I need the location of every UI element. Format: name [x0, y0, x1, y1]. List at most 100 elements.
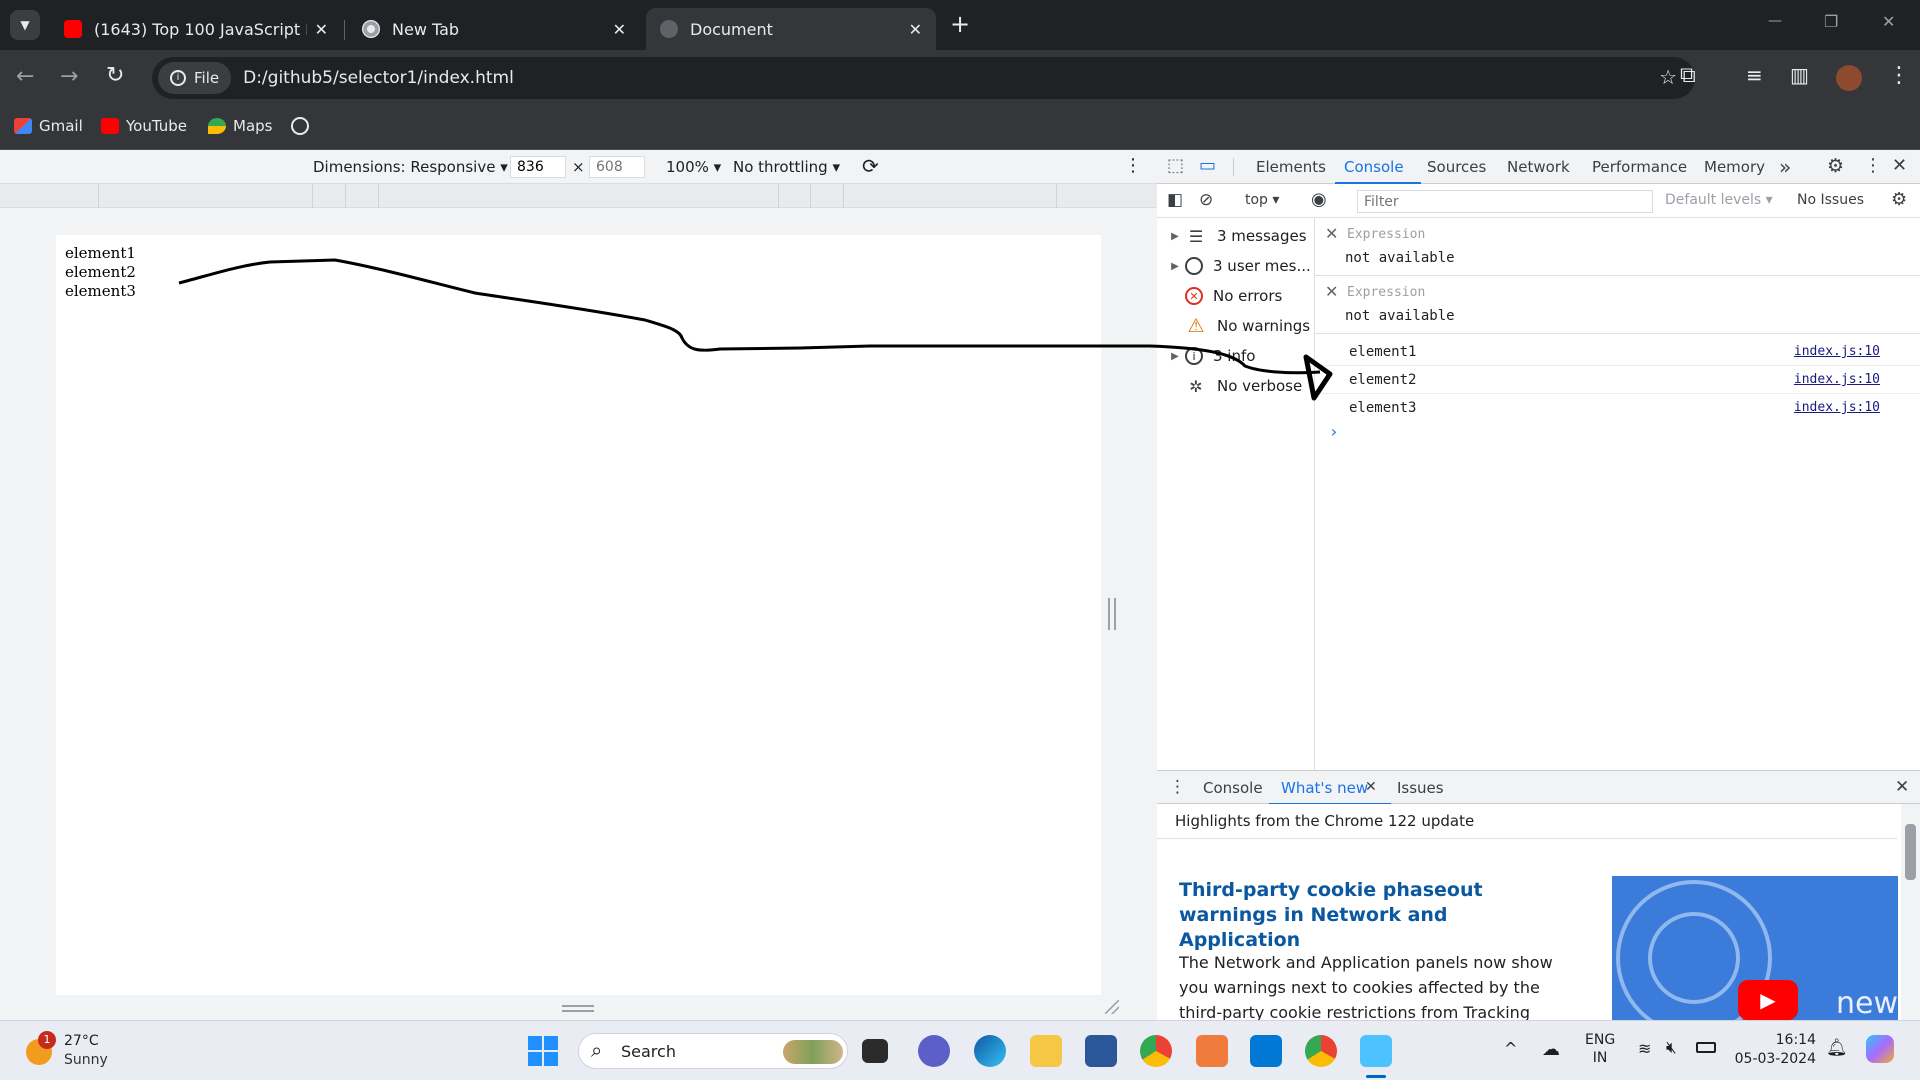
scrollbar[interactable] — [1901, 804, 1920, 1020]
edge-icon[interactable] — [974, 1035, 1006, 1067]
drawer-menu-icon[interactable]: ⋮ — [1169, 777, 1186, 797]
menu-icon[interactable]: ⋮ — [1888, 63, 1910, 88]
teams-chat-icon[interactable] — [918, 1035, 950, 1067]
device-toggle-icon[interactable]: ▭ — [1199, 155, 1216, 176]
devtools-tab-memory[interactable]: Memory — [1704, 158, 1765, 176]
throttling-dropdown[interactable]: No throttling ▾ — [733, 158, 840, 176]
height-input[interactable] — [589, 156, 645, 178]
scrollbar-thumb[interactable] — [1905, 824, 1916, 880]
close-tab-icon[interactable]: ✕ — [1365, 779, 1377, 795]
task-view-icon[interactable] — [862, 1039, 888, 1063]
close-window-button[interactable]: ✕ — [1882, 12, 1895, 31]
zoom-dropdown[interactable]: 100% ▾ — [666, 158, 721, 176]
tab-new-tab[interactable]: New Tab ✕ — [348, 8, 640, 50]
chrome-profile-icon[interactable] — [1140, 1035, 1172, 1067]
back-icon[interactable]: ← — [16, 64, 34, 89]
tab-close-icon[interactable]: ✕ — [315, 20, 328, 39]
snipping-tool-icon[interactable] — [1360, 1035, 1392, 1067]
inspect-element-icon[interactable]: ⬚ — [1167, 155, 1184, 176]
source-link[interactable]: index.js:10 — [1794, 400, 1880, 415]
sidebar-item-info[interactable]: ▶ i 3 info — [1157, 341, 1315, 371]
source-link[interactable]: index.js:10 — [1794, 344, 1880, 359]
notifications-icon[interactable]: 🔔︎ — [1826, 1038, 1848, 1058]
devtools-tab-sources[interactable]: Sources — [1427, 158, 1486, 176]
tab-youtube[interactable]: (1643) Top 100 JavaScript Interv ✕ — [50, 8, 342, 50]
url-text[interactable]: D:/github5/selector1/index.html — [243, 68, 514, 88]
live-expression[interactable]: ✕ Expression not available — [1315, 218, 1920, 276]
copilot-icon[interactable] — [1866, 1035, 1894, 1063]
resize-handle-bottom[interactable] — [562, 1005, 594, 1012]
resize-handle-right[interactable] — [1108, 598, 1116, 630]
star-icon[interactable]: ☆ — [1659, 65, 1677, 89]
bookmark-youtube[interactable]: YouTube — [101, 117, 187, 135]
article-thumbnail[interactable]: ▶ new — [1612, 876, 1898, 1020]
vscode-icon[interactable] — [1250, 1035, 1282, 1067]
live-expression-eye-icon[interactable]: ◉ — [1311, 189, 1327, 210]
windows-start-icon[interactable] — [528, 1036, 558, 1066]
bookmark-maps[interactable]: Maps — [208, 117, 272, 135]
new-tab-button[interactable]: + — [950, 10, 970, 38]
remove-expression-icon[interactable]: ✕ — [1325, 282, 1338, 301]
sidebar-item-messages[interactable]: ▶ ☰ 3 messages — [1157, 221, 1315, 251]
devtools-tab-elements[interactable]: Elements — [1256, 158, 1326, 176]
console-filter-input[interactable] — [1357, 190, 1653, 213]
globe-icon[interactable] — [291, 117, 309, 135]
close-devtools-icon[interactable]: ✕ — [1892, 155, 1907, 176]
wifi-icon[interactable]: ≋ — [1638, 1039, 1651, 1058]
article-title[interactable]: Third-party cookie phaseout warnings in … — [1179, 878, 1559, 953]
site-info-chip[interactable]: i File — [158, 62, 232, 94]
console-prompt[interactable]: › — [1329, 422, 1339, 441]
volume-muted-icon[interactable]: 🔇︎ — [1666, 1038, 1677, 1058]
expand-arrow-icon[interactable]: ▶ — [1165, 261, 1185, 272]
clock[interactable]: 16:14 05-03-2024 — [1728, 1031, 1816, 1069]
tab-close-icon[interactable]: ✕ — [613, 20, 626, 39]
extensions-icon[interactable]: ⧉ — [1680, 63, 1696, 88]
drawer-tab-issues[interactable]: Issues — [1397, 779, 1444, 797]
devtools-tab-console[interactable]: Console — [1344, 158, 1404, 176]
tab-search-button[interactable]: ▼ — [10, 10, 40, 40]
chrome-icon[interactable] — [1305, 1035, 1337, 1067]
close-drawer-icon[interactable]: ✕ — [1895, 777, 1909, 797]
drawer-tab-console[interactable]: Console — [1203, 779, 1263, 797]
restore-button[interactable]: ❐ — [1824, 12, 1838, 31]
live-expression[interactable]: ✕ Expression not available — [1315, 276, 1920, 334]
devtools-tab-performance[interactable]: Performance — [1592, 158, 1687, 176]
tab-document[interactable]: Document ✕ — [646, 8, 936, 50]
width-input[interactable] — [510, 156, 566, 178]
bookmark-gmail[interactable]: Gmail — [14, 117, 83, 135]
media-control-icon[interactable]: ≡ — [1746, 63, 1763, 87]
context-selector[interactable]: top ▾ — [1245, 192, 1279, 208]
console-settings-icon[interactable]: ⚙ — [1891, 189, 1907, 210]
sidebar-item-errors[interactable]: ✕ No errors — [1157, 281, 1315, 311]
address-bar[interactable]: i File D:/github5/selector1/index.html ☆ — [152, 57, 1695, 99]
sidebar-item-warnings[interactable]: ⚠ No warnings — [1157, 311, 1315, 341]
weather-widget[interactable]: 1 27°C Sunny — [26, 1031, 136, 1071]
battery-icon[interactable] — [1696, 1042, 1716, 1053]
log-levels-dropdown[interactable]: Default levels ▾ — [1665, 192, 1773, 208]
reload-icon[interactable]: ↻ — [106, 63, 124, 88]
taskbar-search[interactable]: ⌕ Search — [578, 1033, 848, 1069]
source-link[interactable]: index.js:10 — [1794, 372, 1880, 387]
dimensions-dropdown[interactable]: Dimensions: Responsive ▾ — [313, 158, 508, 176]
expand-arrow-icon[interactable]: ▶ — [1165, 231, 1185, 242]
language-indicator[interactable]: ENG IN — [1585, 1031, 1615, 1067]
file-explorer-icon[interactable] — [1030, 1035, 1062, 1067]
issues-counter[interactable]: No Issues — [1797, 192, 1864, 208]
remove-expression-icon[interactable]: ✕ — [1325, 224, 1338, 243]
side-panel-icon[interactable]: ▥ — [1790, 63, 1809, 87]
forward-icon[interactable]: → — [60, 64, 78, 89]
drawer-tab-whats-new[interactable]: What's new — [1281, 779, 1368, 797]
more-options-icon[interactable]: ⋮ — [1124, 155, 1142, 176]
sidebar-toggle-icon[interactable]: ◧ — [1167, 190, 1183, 210]
tab-close-icon[interactable]: ✕ — [909, 20, 922, 39]
word-icon[interactable] — [1085, 1035, 1117, 1067]
sidebar-item-user-messages[interactable]: ▶ 3 user mes... — [1157, 251, 1315, 281]
brackets-icon[interactable] — [1196, 1035, 1228, 1067]
resize-corner-icon[interactable] — [1105, 1000, 1119, 1014]
rotate-icon[interactable]: ⟳ — [862, 154, 879, 178]
sidebar-item-verbose[interactable]: ✲ No verbose — [1157, 371, 1315, 401]
devtools-tab-network[interactable]: Network — [1507, 158, 1570, 176]
show-hidden-icons-icon[interactable]: ^ — [1504, 1039, 1517, 1058]
settings-icon[interactable]: ⚙ — [1827, 155, 1844, 177]
profile-avatar[interactable] — [1836, 65, 1862, 91]
